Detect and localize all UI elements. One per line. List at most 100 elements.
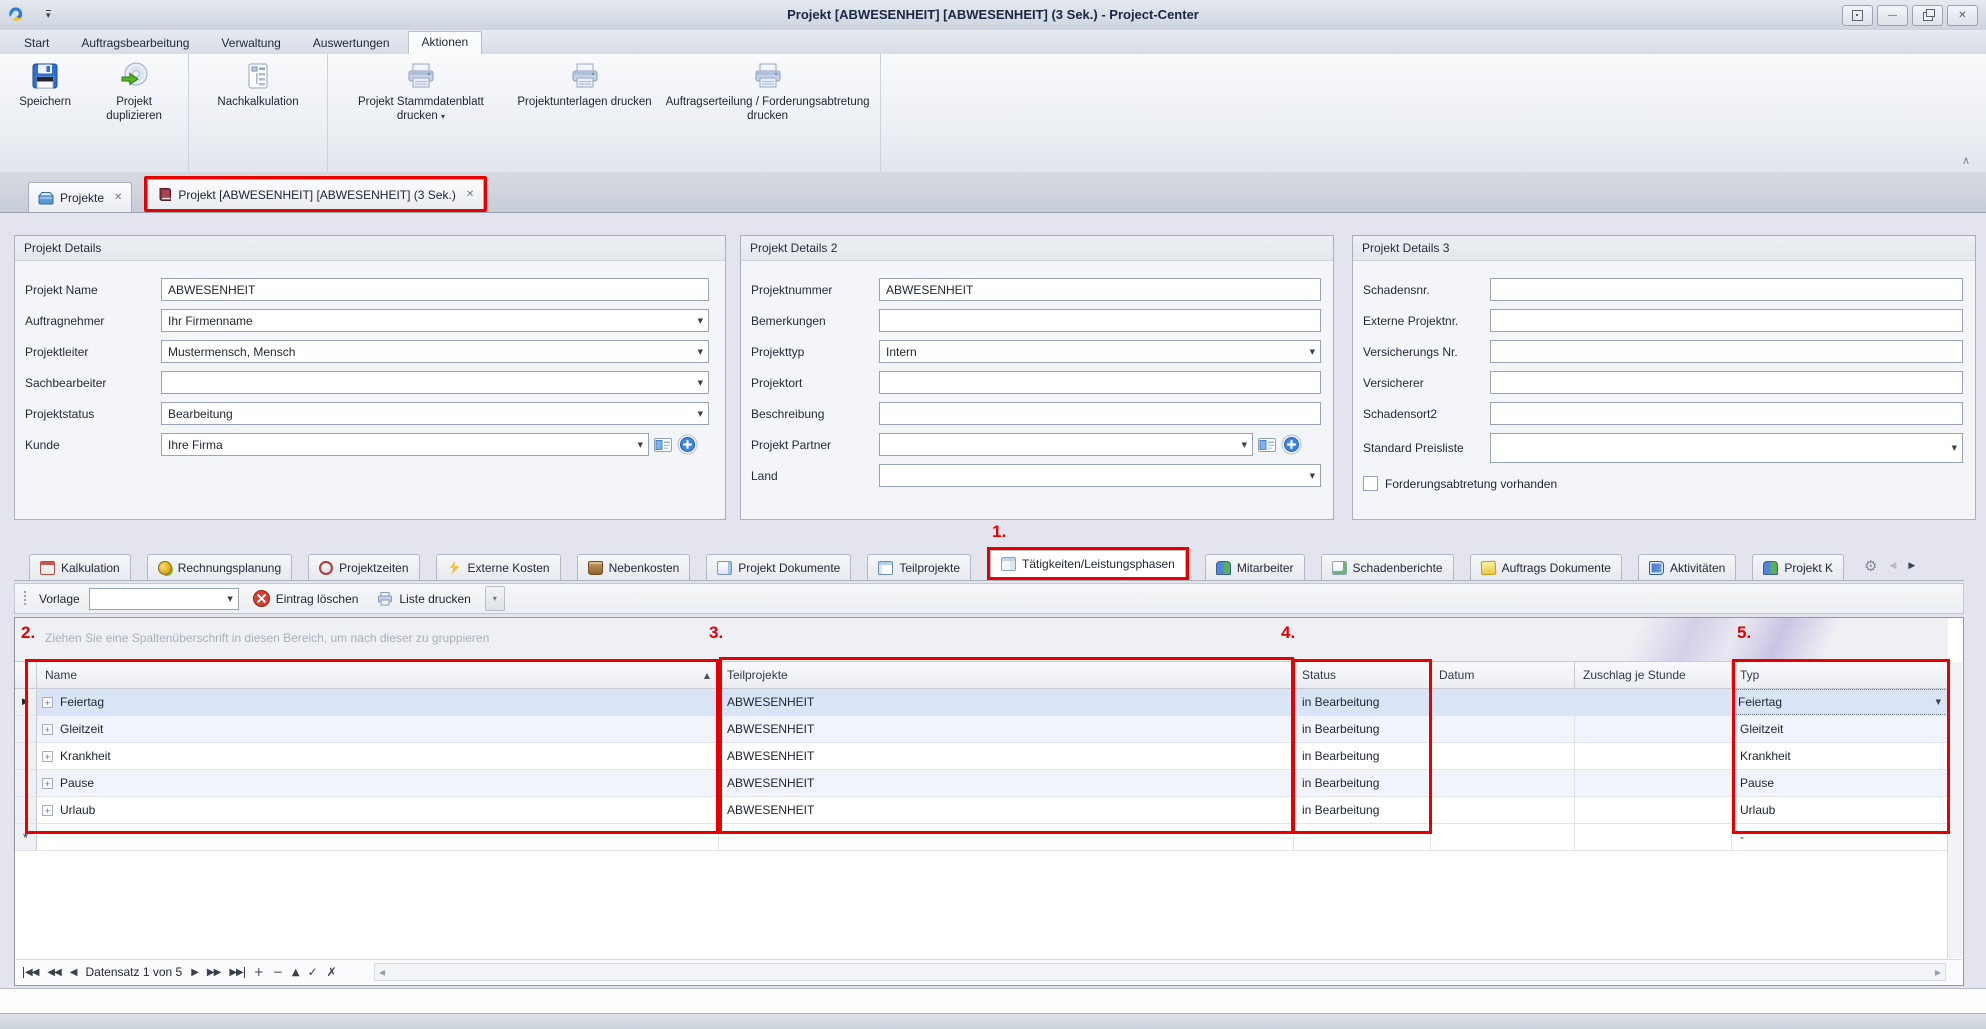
ribbon-tab-verwaltung[interactable]: Verwaltung: [207, 32, 294, 54]
expand-icon[interactable]: +: [42, 778, 53, 789]
tab-kalkulation[interactable]: Kalkulation: [29, 554, 131, 580]
close-button[interactable]: ✕: [1947, 5, 1978, 26]
chevron-down-icon[interactable]: ▼: [1310, 348, 1315, 356]
vertical-scrollbar[interactable]: [1947, 662, 1962, 958]
doc-tab-projekt-abwesenheit[interactable]: Projekt [ABWESENHEIT] [ABWESENHEIT] (3 S…: [147, 179, 484, 209]
chevron-down-icon[interactable]: ▼: [1310, 472, 1315, 480]
tab-auftrags-dokumente[interactable]: Auftrags Dokumente: [1470, 554, 1622, 580]
tab-taetigkeiten-leistungsphasen[interactable]: Tätigkeiten/Leistungsphasen: [990, 550, 1186, 577]
column-header-name[interactable]: Name▲: [37, 662, 719, 688]
ribbon-collapse-icon[interactable]: ∧: [1962, 154, 1970, 167]
column-header-teilprojekte[interactable]: Teilprojekte: [719, 662, 1294, 688]
close-tab-icon[interactable]: ✕: [466, 189, 474, 200]
group-by-area[interactable]: Ziehen Sie eine Spaltenüberschrift in di…: [15, 618, 1948, 661]
chevron-down-icon[interactable]: ▼: [698, 379, 703, 387]
delete-entry-button[interactable]: Eintrag löschen: [248, 587, 364, 610]
kunde-field[interactable]: Ihre Firma▼: [161, 433, 649, 456]
expand-icon[interactable]: +: [42, 751, 53, 762]
nav-first-button[interactable]: ◀◀: [23, 967, 38, 978]
expand-icon[interactable]: +: [42, 724, 53, 735]
standard-preisliste-field[interactable]: ▼: [1490, 433, 1963, 463]
projektort-field[interactable]: [879, 371, 1321, 394]
column-header-status[interactable]: Status: [1294, 662, 1431, 688]
versicherer-field[interactable]: [1490, 371, 1963, 394]
contact-card-icon[interactable]: [654, 438, 672, 452]
chevron-down-icon[interactable]: ▼: [698, 410, 703, 418]
nav-prev-button[interactable]: ◀: [70, 967, 77, 978]
chevron-down-icon[interactable]: ▼: [1242, 441, 1247, 449]
expand-icon[interactable]: +: [42, 697, 53, 708]
tab-projektzeiten[interactable]: Projektzeiten: [308, 554, 419, 580]
add-customer-button[interactable]: [677, 434, 698, 455]
tab-projekt-k[interactable]: Projekt K: [1752, 554, 1844, 580]
new-row[interactable]: * -: [15, 824, 1948, 851]
print-auftragserteilung-button[interactable]: Auftragserteilung / Forderungsabtretung …: [661, 59, 874, 125]
projektstatus-field[interactable]: Bearbeitung▼: [161, 402, 709, 425]
nav-commit-button[interactable]: ✓: [308, 965, 318, 979]
print-list-button[interactable]: Liste drucken: [372, 588, 475, 610]
projektnummer-field[interactable]: ABWESENHEIT: [879, 278, 1321, 301]
nav-last-button[interactable]: ▶▶: [229, 967, 244, 978]
column-header-typ[interactable]: Typ: [1732, 662, 1948, 688]
save-button[interactable]: Speichern: [6, 59, 84, 112]
forderungsabtretung-checkbox[interactable]: [1363, 476, 1378, 491]
chevron-down-icon[interactable]: ▼: [638, 441, 643, 449]
table-row[interactable]: +Krankheit ABWESENHEIT in Bearbeitung Kr…: [15, 743, 1948, 770]
print-stammdatenblatt-button[interactable]: Projekt Stammdatenblatt drucken ▾: [334, 59, 508, 125]
screenshot-button[interactable]: [1842, 5, 1873, 26]
tab-nebenkosten[interactable]: Nebenkosten: [577, 554, 691, 580]
tab-scroll-left-icon[interactable]: ◀: [1889, 561, 1896, 571]
vorlage-combo[interactable]: ▼: [89, 588, 239, 610]
tab-scroll-right-icon[interactable]: ▶: [1908, 561, 1915, 571]
table-row[interactable]: +Pause ABWESENHEIT in Bearbeitung Pause: [15, 770, 1948, 797]
projekt-name-field[interactable]: ABWESENHEIT: [161, 278, 709, 301]
nav-next-button[interactable]: ▶: [191, 967, 198, 978]
projekttyp-field[interactable]: Intern▼: [879, 340, 1321, 363]
toolbar-grip-handle[interactable]: [23, 590, 28, 607]
tab-teilprojekte[interactable]: Teilprojekte: [867, 554, 971, 580]
contact-card-icon[interactable]: [1258, 438, 1276, 452]
tab-rechnungsplanung[interactable]: Rechnungsplanung: [147, 554, 292, 580]
versicherungs-nr-field[interactable]: [1490, 340, 1963, 363]
quick-access-dropdown-icon[interactable]: ▾: [46, 10, 51, 20]
schadensort2-field[interactable]: [1490, 402, 1963, 425]
restore-button[interactable]: [1912, 5, 1943, 26]
tab-schadenberichte[interactable]: Schadenberichte: [1321, 554, 1454, 580]
land-field[interactable]: ▼: [879, 464, 1321, 487]
chevron-down-icon[interactable]: ▼: [1936, 698, 1941, 706]
externe-projektnr-field[interactable]: [1490, 309, 1963, 332]
minimize-button[interactable]: —: [1877, 5, 1908, 26]
nav-add-button[interactable]: +: [254, 965, 264, 979]
scroll-right-icon[interactable]: ▶: [1935, 968, 1941, 977]
table-row[interactable]: +Urlaub ABWESENHEIT in Bearbeitung Urlau…: [15, 797, 1948, 824]
bemerkungen-field[interactable]: [879, 309, 1321, 332]
ribbon-tab-start[interactable]: Start: [10, 32, 63, 54]
chevron-down-icon[interactable]: ▼: [698, 348, 703, 356]
print-projektunterlagen-button[interactable]: Projektunterlagen drucken: [510, 59, 659, 112]
duplicate-project-button[interactable]: Projekt duplizieren: [86, 59, 182, 125]
doc-tab-projekte[interactable]: Projekte ✕: [28, 182, 132, 212]
auftragnehmer-field[interactable]: Ihr Firmenname▼: [161, 309, 709, 332]
tab-externe-kosten[interactable]: Externe Kosten: [436, 554, 561, 580]
schadensnr-field[interactable]: [1490, 278, 1963, 301]
nachkalkulation-button[interactable]: Nachkalkulation: [199, 59, 317, 112]
typ-combo-editor[interactable]: Feiertag▼: [1734, 689, 1945, 715]
ribbon-tab-auswertungen[interactable]: Auswertungen: [299, 32, 404, 54]
tab-projekt-dokumente[interactable]: Projekt Dokumente: [706, 554, 851, 580]
tab-aktivitaeten[interactable]: Aktivitäten: [1638, 554, 1736, 580]
nav-prev-page-button[interactable]: ◀◀: [47, 967, 60, 978]
table-row[interactable]: +Gleitzeit ABWESENHEIT in Bearbeitung Gl…: [15, 716, 1948, 743]
nav-cancel-button[interactable]: ✗: [327, 965, 337, 979]
ribbon-tab-auftragsbearbeitung[interactable]: Auftragsbearbeitung: [67, 32, 203, 54]
column-header-zuschlag[interactable]: Zuschlag je Stunde: [1575, 662, 1732, 688]
sachbearbeiter-field[interactable]: ▼: [161, 371, 709, 394]
beschreibung-field[interactable]: [879, 402, 1321, 425]
nav-next-page-button[interactable]: ▶▶: [207, 967, 220, 978]
add-partner-button[interactable]: [1281, 434, 1302, 455]
toolbar-overflow-button[interactable]: ▾: [485, 586, 505, 611]
chevron-down-icon[interactable]: ▼: [227, 595, 232, 603]
column-header-datum[interactable]: Datum: [1431, 662, 1575, 688]
projektleiter-field[interactable]: Mustermensch, Mensch▼: [161, 340, 709, 363]
nav-remove-button[interactable]: −: [273, 965, 283, 979]
projekt-partner-field[interactable]: ▼: [879, 433, 1253, 456]
